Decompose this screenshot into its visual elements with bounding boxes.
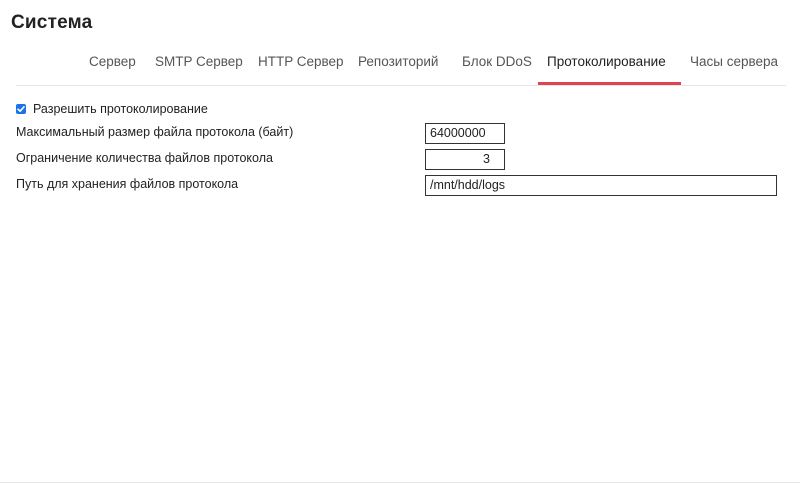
log-path-input[interactable]: /mnt/hdd/logs — [425, 175, 777, 196]
bottom-divider — [0, 482, 800, 483]
tab-ddos-block[interactable]: Блок DDoS — [462, 54, 532, 84]
checkmark-icon — [17, 106, 25, 112]
max-file-size-label: Максимальный размер файла протокола (бай… — [16, 125, 294, 139]
tab-server[interactable]: Сервер — [89, 54, 136, 84]
tab-logging[interactable]: Протоколирование — [547, 54, 666, 84]
max-file-count-label: Ограничение количества файлов протокола — [16, 151, 273, 165]
enable-logging-label: Разрешить протоколирование — [33, 102, 208, 116]
tab-server-clock[interactable]: Часы сервера — [690, 54, 778, 84]
log-path-label: Путь для хранения файлов протокола — [16, 177, 239, 191]
tab-bar: Сервер SMTP Сервер HTTP Сервер Репозитор… — [0, 44, 800, 86]
tab-repository[interactable]: Репозиторий — [358, 54, 438, 84]
page-title: Система — [11, 12, 93, 33]
settings-page: Система Сервер SMTP Сервер HTTP Сервер Р… — [0, 0, 800, 484]
max-file-size-input[interactable]: 64000000 — [425, 123, 505, 144]
enable-logging-checkbox[interactable] — [16, 104, 26, 114]
max-file-count-input[interactable]: 3 — [425, 149, 505, 170]
tab-smtp-server[interactable]: SMTP Сервер — [155, 54, 243, 84]
tab-divider — [16, 85, 786, 86]
tab-http-server[interactable]: HTTP Сервер — [258, 54, 344, 84]
